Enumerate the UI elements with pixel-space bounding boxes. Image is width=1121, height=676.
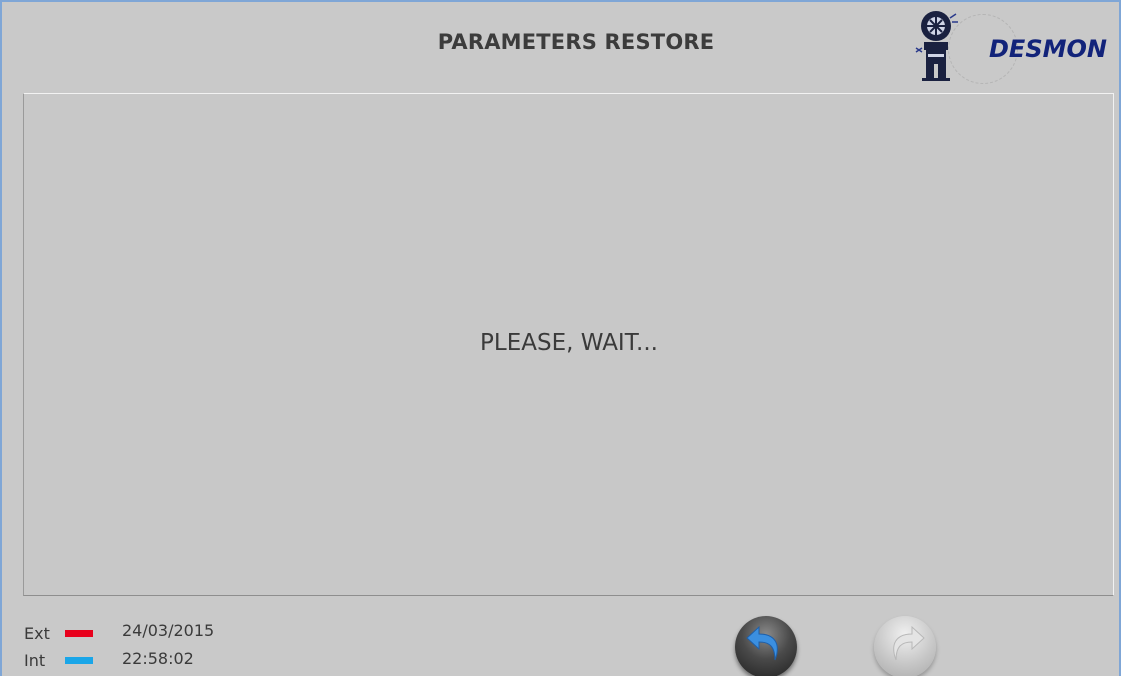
desmon-logo: DESMON — [902, 8, 1119, 84]
back-button[interactable] — [735, 616, 797, 676]
forward-button[interactable] — [874, 616, 936, 676]
screen: PARAMETERS RESTORE DESMON PLEASE, WAIT..… — [0, 0, 1121, 676]
back-arrow-icon — [746, 625, 778, 661]
logo-text: DESMON — [989, 35, 1107, 63]
time-display: 22:58:02 — [122, 649, 194, 668]
legend-ext-swatch — [65, 630, 93, 637]
date-display: 24/03/2015 — [122, 621, 215, 640]
status-message: PLEASE, WAIT... — [480, 330, 658, 356]
legend-ext-label: Ext — [24, 624, 50, 643]
logo-figure-icon — [915, 11, 958, 81]
forward-arrow-icon — [893, 625, 925, 661]
legend-int-label: Int — [24, 651, 46, 670]
main-panel: PLEASE, WAIT... — [23, 93, 1114, 596]
legend-int-swatch — [65, 657, 93, 664]
